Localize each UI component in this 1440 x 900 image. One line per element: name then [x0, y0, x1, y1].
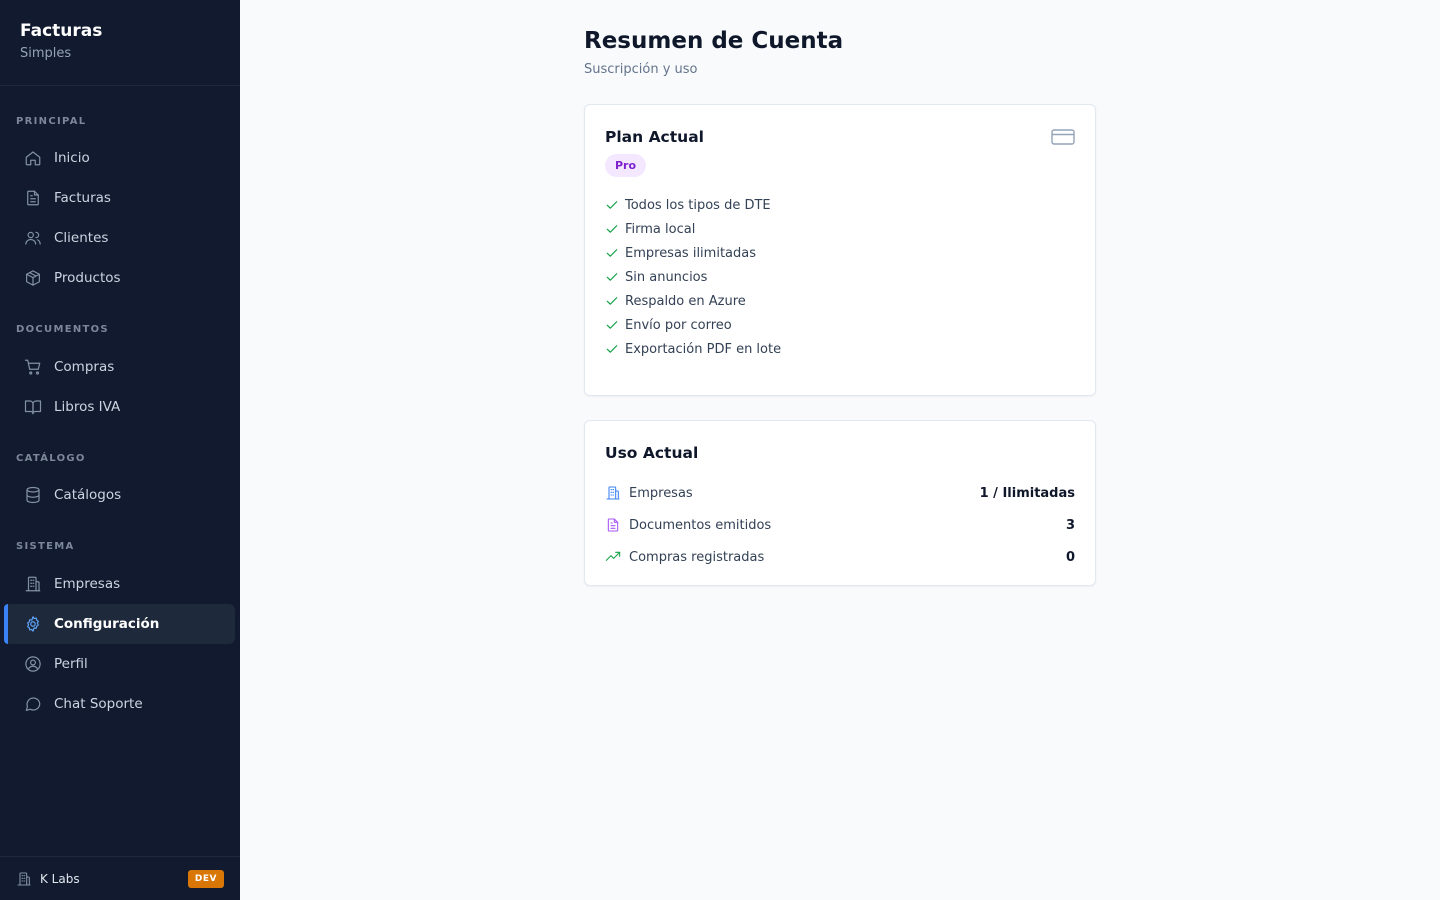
plan-feature-label: Empresas ilimitadas [625, 245, 756, 261]
sidebar-item-label: Inicio [54, 150, 90, 166]
section-label-catalogo: CATÁLOGO [16, 453, 86, 464]
plan-feature: Empresas ilimitadas [605, 241, 1075, 265]
building-icon [25, 576, 41, 592]
sidebar-item-label: Chat Soporte [54, 696, 143, 712]
sidebar-item-label: Clientes [54, 230, 109, 246]
section-label-documentos: DOCUMENTOS [16, 324, 109, 335]
sidebar-item-facturas[interactable]: Facturas [4, 178, 235, 218]
env-badge: DEV [187, 869, 224, 888]
usage-list: Empresas 1 / Ilimitadas Documentos emiti… [605, 477, 1075, 573]
plan-feature: Respaldo en Azure [605, 289, 1075, 313]
plan-feature-label: Firma local [625, 221, 696, 237]
plan-feature: Envío por correo [605, 313, 1075, 337]
sidebar-item-libros-iva[interactable]: Libros IVA [4, 387, 235, 427]
sidebar-item-label: Empresas [54, 576, 121, 592]
usage-card-title: Uso Actual [605, 444, 699, 462]
usage-row-documentos: Documentos emitidos 3 [605, 509, 1075, 541]
plan-feature-label: Todos los tipos de DTE [625, 197, 771, 213]
check-icon [606, 249, 618, 257]
sidebar-item-perfil[interactable]: Perfil [4, 644, 235, 684]
plan-card-title: Plan Actual [605, 128, 704, 146]
plan-feature-label: Sin anuncios [625, 269, 708, 285]
building-icon [17, 871, 31, 886]
check-icon [606, 297, 618, 305]
brand-subtitle: Simples [20, 46, 72, 61]
usage-card: Uso Actual Empresas 1 / Ilimitadas Docum… [584, 420, 1096, 586]
sidebar-item-label: Catálogos [54, 487, 122, 503]
usage-row-empresas: Empresas 1 / Ilimitadas [605, 477, 1075, 509]
sidebar-item-label: Compras [54, 359, 115, 375]
sidebar-item-inicio[interactable]: Inicio [4, 138, 235, 178]
usage-label: Compras registradas [629, 549, 765, 565]
section-label-sistema: SISTEMA [16, 541, 75, 552]
box-icon [26, 270, 40, 286]
sidebar-item-label: Configuración [54, 616, 160, 632]
check-icon [606, 201, 618, 209]
usage-value: 3 [1065, 517, 1075, 533]
sidebar-item-empresas[interactable]: Empresas [4, 564, 235, 604]
plan-feature: Sin anuncios [605, 265, 1075, 289]
usage-row-compras: Compras registradas 0 [605, 541, 1075, 573]
sidebar-item-configuracion[interactable]: Configuración [4, 604, 235, 644]
sidebar-item-label: Perfil [54, 656, 88, 672]
sidebar-footer: K Labs DEV [0, 856, 240, 900]
check-icon [606, 321, 618, 329]
home-icon [25, 151, 41, 166]
usage-label: Documentos emitidos [629, 517, 772, 533]
file-text-icon [607, 518, 619, 532]
page-title: Resumen de Cuenta [584, 28, 844, 54]
sidebar-item-catalogos[interactable]: Catálogos [4, 475, 235, 515]
sidebar-item-label: Facturas [54, 190, 111, 206]
plan-feature: Firma local [605, 217, 1075, 241]
plan-feature-label: Exportación PDF en lote [625, 341, 782, 357]
usage-value: 0 [1065, 549, 1075, 565]
usage-value: 1 / Ilimitadas [979, 485, 1075, 501]
main-content: Resumen de Cuenta Suscripción y uso Plan… [240, 0, 1440, 900]
plan-feature: Exportación PDF en lote [605, 337, 1075, 361]
section-label-principal: PRINCIPAL [16, 116, 87, 127]
plan-feature-label: Envío por correo [625, 317, 732, 333]
check-icon [606, 225, 618, 233]
gear-icon [27, 616, 39, 632]
users-icon [25, 231, 41, 245]
cart-icon [24, 359, 41, 375]
plan-feature: Todos los tipos de DTE [605, 193, 1075, 217]
sidebar-item-chat-soporte[interactable]: Chat Soporte [4, 684, 235, 724]
sidebar-item-label: Productos [54, 270, 121, 286]
user-circle-icon [25, 656, 41, 672]
database-icon [26, 486, 40, 504]
book-icon [24, 400, 42, 415]
sidebar-item-compras[interactable]: Compras [4, 347, 235, 387]
file-text-icon [27, 190, 39, 206]
plan-feature-label: Respaldo en Azure [625, 293, 746, 309]
plan-badge: Pro [605, 154, 647, 177]
credit-card-icon [1051, 127, 1075, 147]
sidebar-item-clientes[interactable]: Clientes [4, 218, 235, 258]
page-subtitle: Suscripción y uso [584, 62, 698, 77]
check-icon [606, 273, 618, 281]
brand: Facturas Simples [0, 0, 240, 86]
plan-card: Plan Actual Pro Todos los tipos de DTE F… [584, 104, 1096, 396]
trending-up-icon [605, 551, 621, 561]
usage-label: Empresas [629, 485, 693, 501]
org-name: K Labs [40, 871, 80, 886]
content-column: Resumen de Cuenta Suscripción y uso Plan… [584, 26, 1096, 586]
building-icon [606, 486, 620, 500]
sidebar: Facturas Simples PRINCIPAL DOCUMENTOS CA… [0, 0, 240, 900]
brand-title: Facturas [20, 21, 103, 41]
sidebar-item-label: Libros IVA [54, 399, 121, 415]
check-icon [606, 345, 618, 353]
plan-features-list: Todos los tipos de DTE Firma local Empre… [605, 193, 1075, 361]
chat-icon [25, 697, 41, 711]
sidebar-item-productos[interactable]: Productos [4, 258, 235, 298]
